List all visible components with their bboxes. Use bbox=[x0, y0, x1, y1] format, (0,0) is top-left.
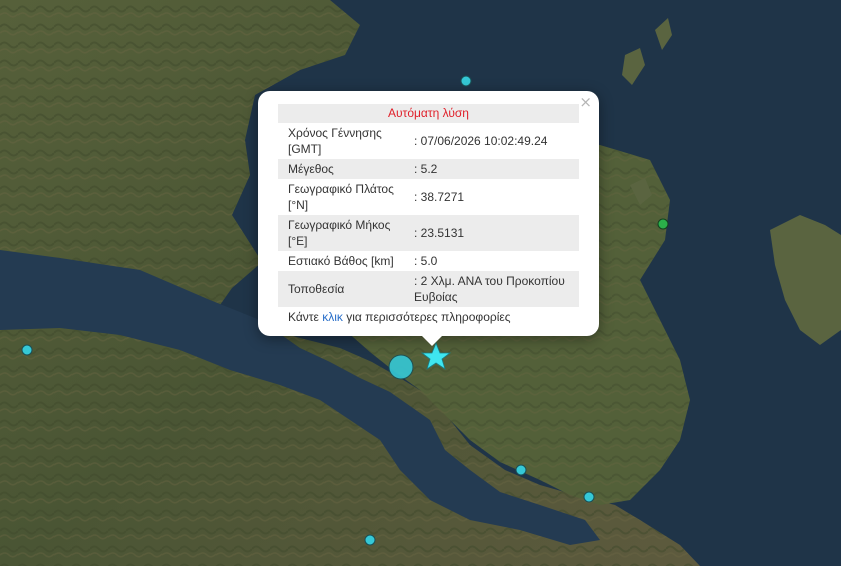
row-key-location: Τοποθεσία bbox=[278, 271, 404, 307]
popup-title: Αυτόματη λύση bbox=[278, 104, 579, 123]
quake-marker[interactable] bbox=[657, 218, 669, 230]
more-prefix: Κάντε bbox=[288, 310, 323, 324]
popup-tip bbox=[422, 336, 442, 346]
table-row: Χρόνος Γέννησης [GMT] : 07/06/2026 10:02… bbox=[278, 123, 579, 159]
row-key-origin-time: Χρόνος Γέννησης [GMT] bbox=[288, 126, 382, 156]
quake-marker[interactable] bbox=[515, 464, 527, 476]
event-popup: × Αυτόματη λύση Χρόνος Γέννησης [GMT] : … bbox=[258, 91, 599, 346]
more-info-text: Κάντε κλικ για περισσότερες πληροφορίες bbox=[278, 307, 579, 325]
row-value-latitude: : 38.7271 bbox=[414, 190, 465, 204]
table-row: Μέγεθος : 5.2 bbox=[278, 159, 579, 179]
row-value-depth: : 5.0 bbox=[414, 254, 438, 268]
row-key-longitude: Γεωγραφικό Μήκος [°E] bbox=[278, 215, 404, 251]
close-icon[interactable]: × bbox=[579, 94, 592, 110]
row-value-origin-time: : 07/06/2026 10:02:49.24 bbox=[414, 134, 548, 148]
quake-marker[interactable] bbox=[460, 75, 472, 87]
row-value-location: : 2 Χλμ. ΑΝΑ του Προκοπίου Ευβοίας bbox=[404, 271, 579, 307]
event-info-table: Χρόνος Γέννησης [GMT] : 07/06/2026 10:02… bbox=[278, 123, 579, 307]
table-row: Εστιακό Βάθος [km] : 5.0 bbox=[278, 251, 579, 271]
table-row: Γεωγραφικό Μήκος [°E] : 23.5131 bbox=[278, 215, 579, 251]
table-row: Τοποθεσία : 2 Χλμ. ΑΝΑ του Προκοπίου Ευβ… bbox=[278, 271, 579, 307]
quake-marker[interactable] bbox=[364, 534, 376, 546]
row-value-magnitude: : 5.2 bbox=[404, 159, 579, 179]
table-row: Γεωγραφικό Πλάτος [°N] : 38.7271 bbox=[278, 179, 579, 215]
more-info-link[interactable]: κλικ bbox=[322, 310, 343, 324]
quake-marker[interactable] bbox=[583, 491, 595, 503]
quake-marker[interactable] bbox=[21, 344, 33, 356]
row-key-magnitude: Μέγεθος bbox=[278, 159, 404, 179]
row-value-longitude: : 23.5131 bbox=[404, 215, 579, 251]
more-suffix: για περισσότερες πληροφορίες bbox=[342, 310, 511, 324]
quake-marker[interactable] bbox=[388, 354, 414, 380]
row-key-latitude: Γεωγραφικό Πλάτος [°N] bbox=[288, 182, 394, 212]
row-key-depth: Εστιακό Βάθος [km] bbox=[288, 254, 394, 268]
